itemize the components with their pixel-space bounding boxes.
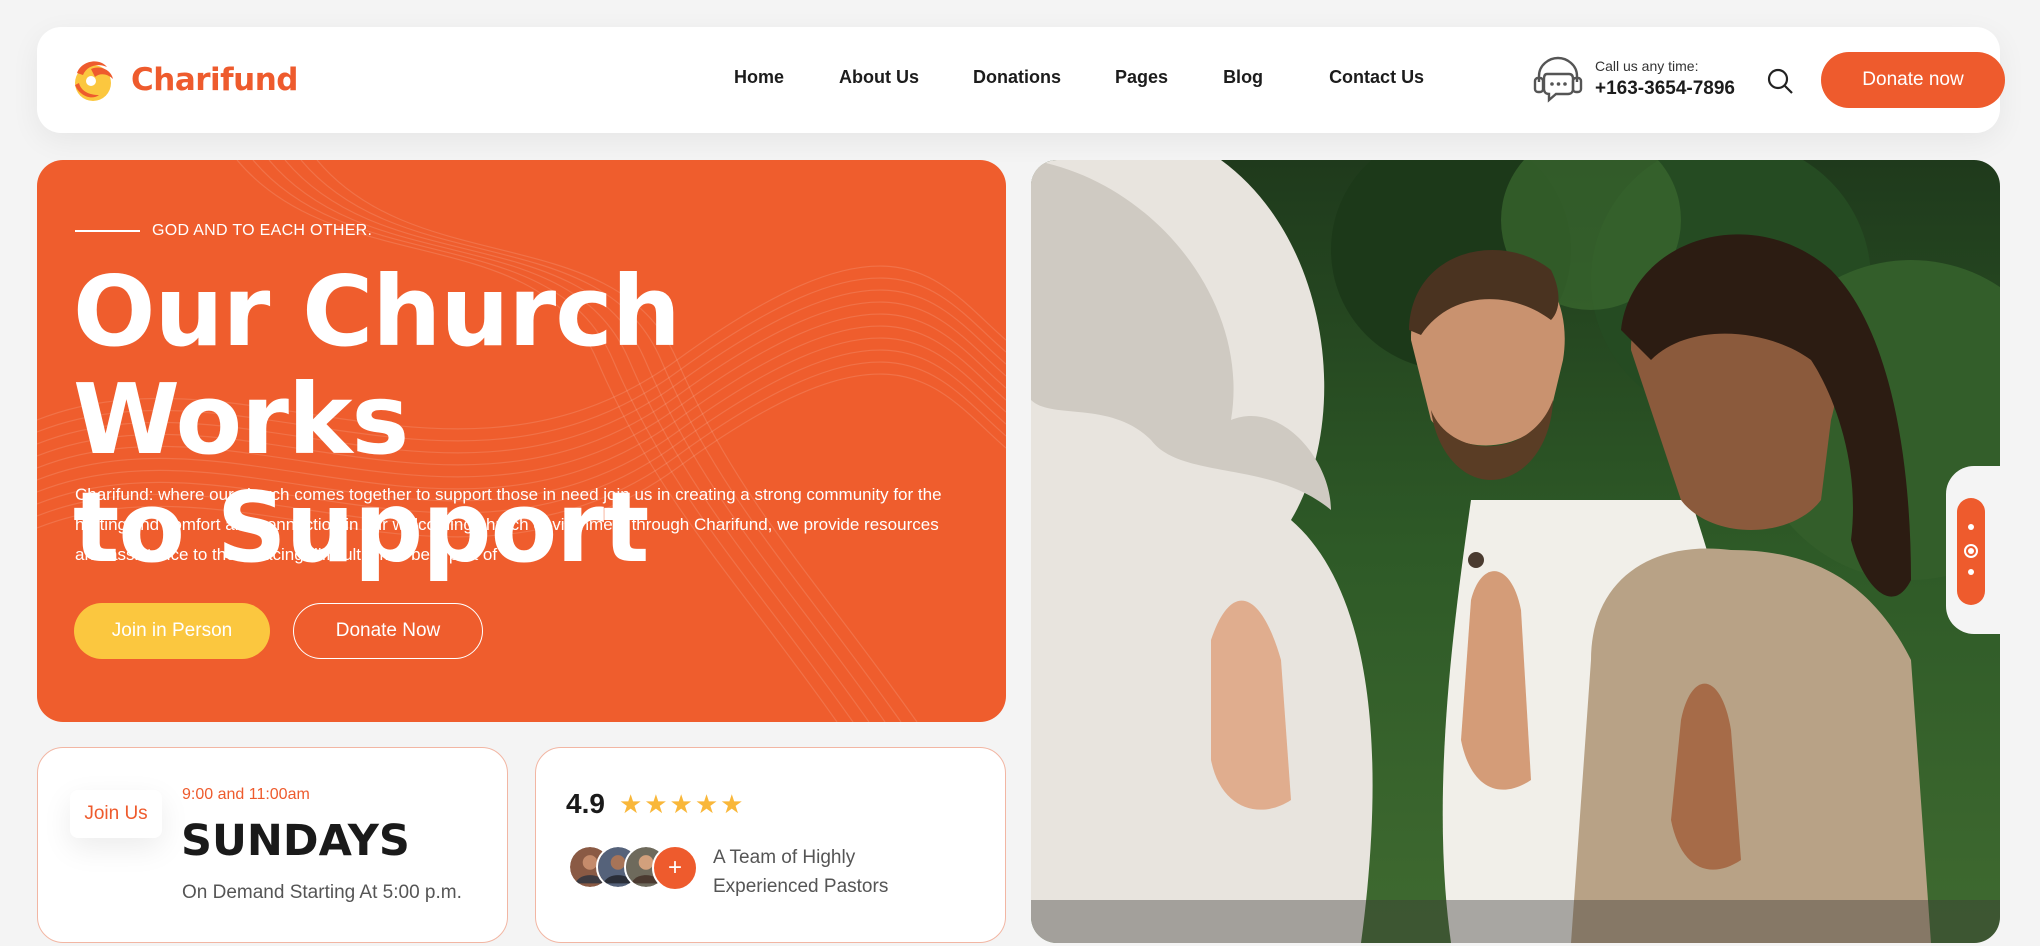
add-pastor-button[interactable]: + <box>652 845 698 891</box>
logo-mark-icon <box>75 61 113 101</box>
hero-tagline: GOD AND TO EACH OTHER. <box>152 222 373 239</box>
nav-contact-us[interactable]: Contact Us <box>1329 67 1424 88</box>
tagline-divider <box>75 230 140 232</box>
slider-dot-3[interactable] <box>1968 569 1974 575</box>
praying-people-image <box>1031 160 2000 943</box>
nav-blog[interactable]: Blog <box>1223 67 1263 88</box>
service-day: SUNDAYS <box>181 816 410 866</box>
schedule-card: Join Us 9:00 and 11:00am SUNDAYS On Dema… <box>37 747 508 943</box>
call-info[interactable]: Call us any time: +163-3654-7896 <box>1531 54 1735 104</box>
hero-slider-pagination <box>1957 498 1985 605</box>
team-card: 4.9 ★★★★★ + A Team of Highly Experienced… <box>535 747 1006 943</box>
nav-pages[interactable]: Pages <box>1115 67 1168 88</box>
donate-now-button[interactable]: Donate now <box>1821 52 2005 108</box>
star-rating-icon: ★★★★★ <box>618 788 746 819</box>
service-subtitle: On Demand Starting At 5:00 p.m. <box>182 882 462 903</box>
hero-description: Charifund: where our church comes togeth… <box>75 485 942 564</box>
rating-value: 4.9 <box>566 788 605 819</box>
nav-donations[interactable]: Donations <box>973 67 1061 88</box>
slider-dot-1[interactable] <box>1968 524 1974 530</box>
rating-row: 4.9 ★★★★★ <box>566 788 745 820</box>
logo-text: Charifund <box>131 62 298 98</box>
join-us-badge[interactable]: Join Us <box>70 790 162 838</box>
slider-dot-2-active[interactable] <box>1964 544 1978 558</box>
team-text-line2: Experienced Pastors <box>713 876 889 897</box>
hero-photo <box>1031 160 2000 943</box>
hero-panel: GOD AND TO EACH OTHER. Our Church Works … <box>37 160 1006 722</box>
call-label: Call us any time: <box>1595 58 1699 74</box>
team-text-line1: A Team of Highly <box>713 847 856 868</box>
main-nav: Home About Us Donations Pages Blog Conta… <box>734 67 1424 88</box>
service-times: 9:00 and 11:00am <box>182 786 310 803</box>
headset-icon <box>1533 56 1583 103</box>
hero-title-line1: Our Church Works <box>73 255 681 476</box>
search-icon[interactable] <box>1765 66 1795 96</box>
nav-about-us[interactable]: About Us <box>839 67 919 88</box>
nav-home[interactable]: Home <box>734 67 784 88</box>
logo[interactable]: Charifund <box>69 55 298 105</box>
tagline-row: GOD AND TO EACH OTHER. <box>75 222 372 240</box>
call-phone[interactable]: +163-3654-7896 <box>1595 78 1735 100</box>
hero-donate-now-button[interactable]: Donate Now <box>293 603 483 659</box>
pastor-avatars: + <box>568 845 698 891</box>
join-in-person-button[interactable]: Join in Person <box>74 603 270 659</box>
team-description: A Team of Highly Experienced Pastors <box>713 843 933 901</box>
site-header: Charifund Home About Us Donations Pages … <box>37 27 2005 133</box>
page: Charifund Home About Us Donations Pages … <box>0 0 2040 946</box>
call-text: Call us any time: +163-3654-7896 <box>1595 58 1735 100</box>
